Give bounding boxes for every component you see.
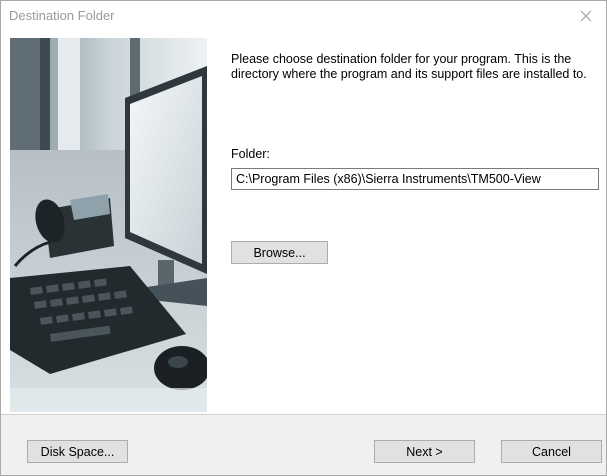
folder-path-input[interactable] (231, 168, 599, 190)
browse-button[interactable]: Browse... (231, 241, 328, 264)
office-desk-illustration (10, 38, 207, 412)
content-panel: Please choose destination folder for you… (1, 31, 606, 414)
disk-space-button[interactable]: Disk Space... (27, 440, 128, 463)
intro-text: Please choose destination folder for you… (231, 52, 587, 81)
window-title: Destination Folder (9, 8, 115, 23)
next-button[interactable]: Next > (374, 440, 475, 463)
installer-dialog: Destination Folder Please choose destina… (0, 0, 607, 476)
title-bar: Destination Folder (1, 1, 606, 31)
close-icon (580, 10, 592, 22)
close-button[interactable] (566, 1, 606, 31)
cancel-button[interactable]: Cancel (501, 440, 602, 463)
folder-label: Folder: (231, 147, 270, 161)
side-illustration (10, 38, 207, 412)
